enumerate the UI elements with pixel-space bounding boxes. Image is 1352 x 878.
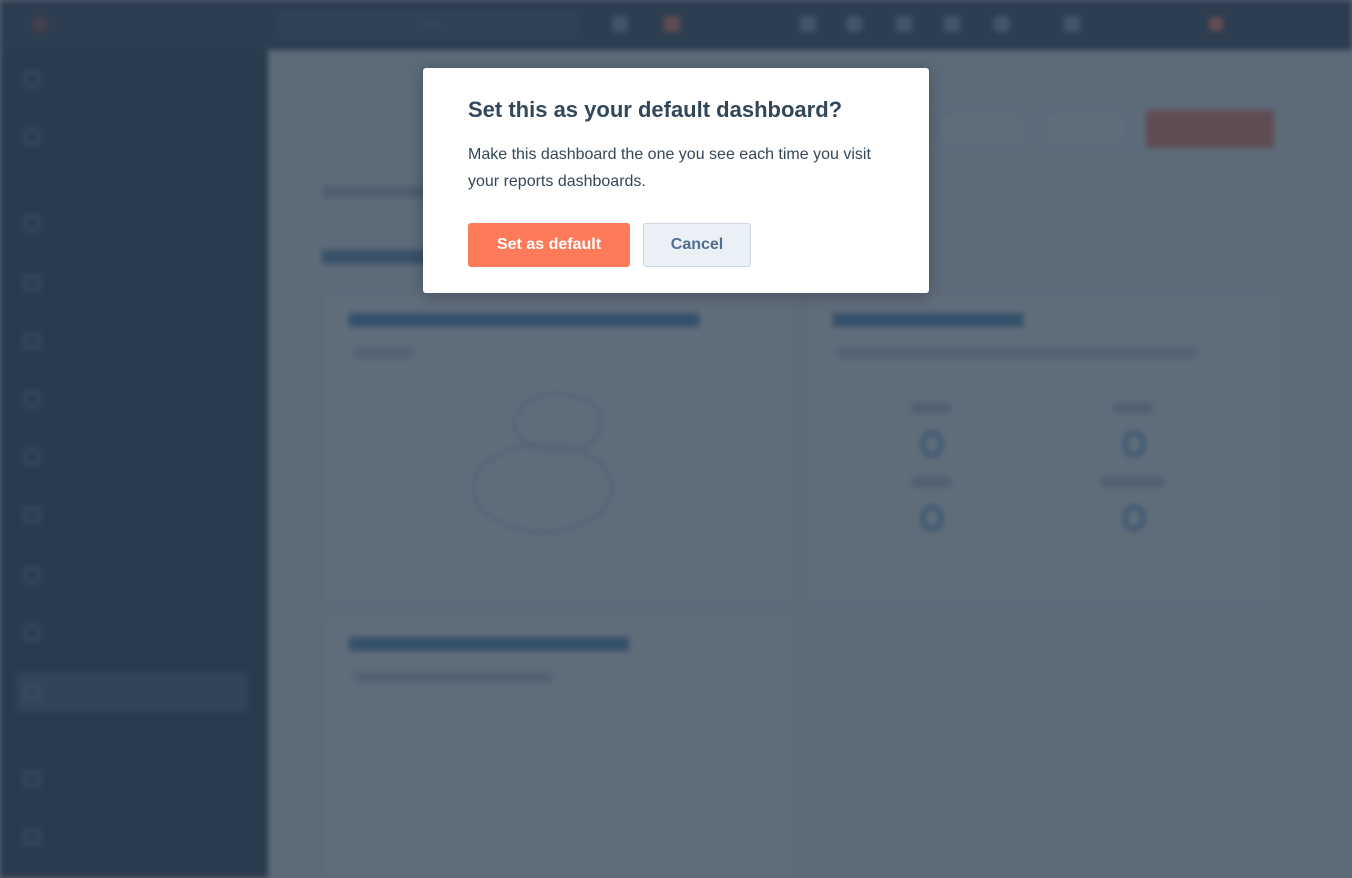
dialog-message: Make this dashboard the one you see each… [468, 146, 871, 190]
dialog-actions: Set as default Cancel [468, 223, 885, 267]
dialog-title: Set this as your default dashboard? [468, 97, 843, 122]
cancel-button[interactable]: Cancel [643, 223, 751, 267]
default-dashboard-dialog: Set this as your default dashboard? Make… [423, 68, 929, 293]
set-as-default-button[interactable]: Set as default [468, 223, 630, 267]
